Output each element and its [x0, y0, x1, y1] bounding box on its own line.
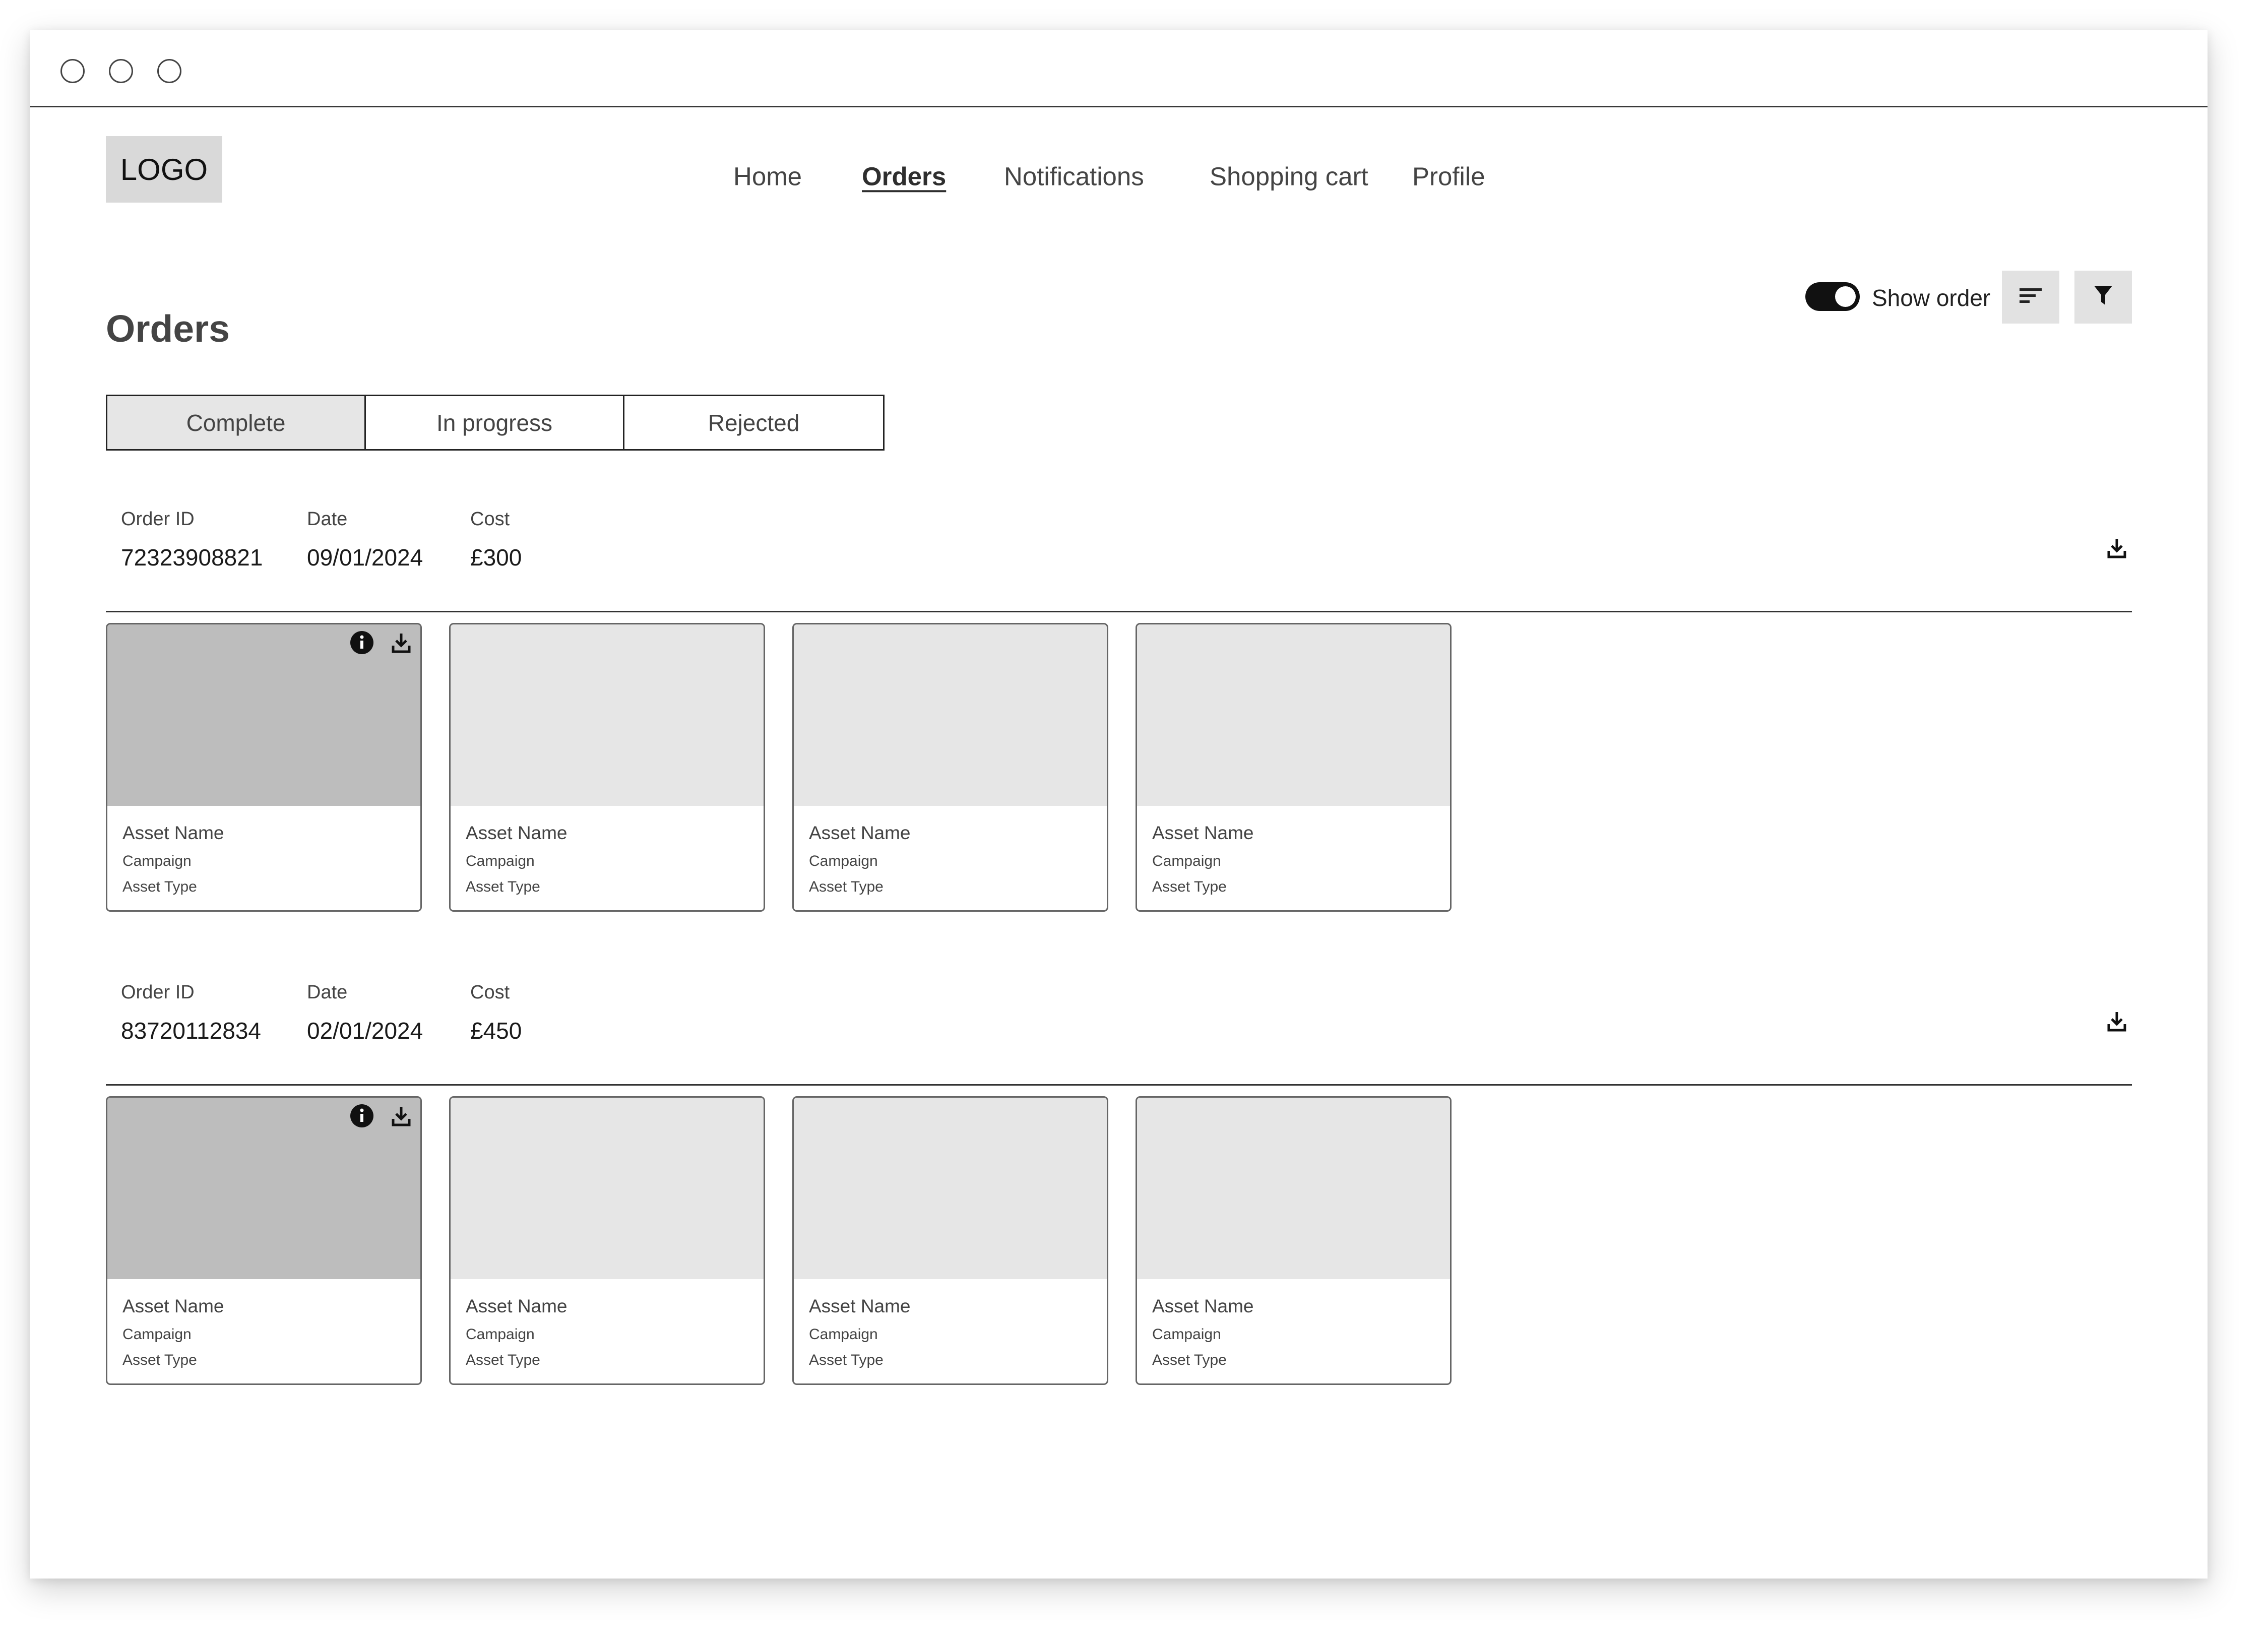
- asset-card[interactable]: Asset Name Campaign Asset Type: [792, 623, 1108, 912]
- asset-type: Asset Type: [1152, 1352, 1227, 1368]
- asset-campaign: Campaign: [466, 1326, 535, 1343]
- order-id-column: Order ID 83720112834: [121, 983, 261, 1042]
- asset-type: Asset Type: [809, 1352, 884, 1368]
- asset-thumbnail: [107, 624, 420, 806]
- asset-card[interactable]: Asset Name Campaign Asset Type: [106, 1096, 422, 1385]
- asset-type: Asset Type: [809, 878, 884, 895]
- nav-shopping-cart[interactable]: Shopping cart: [1210, 163, 1368, 189]
- asset-type: Asset Type: [466, 878, 540, 895]
- sort-icon: [2019, 286, 2043, 308]
- tab-in-progress[interactable]: In progress: [366, 396, 624, 449]
- order-cost-value: £450: [470, 1018, 522, 1044]
- browser-window: LOGO Home Orders Notifications Shopping …: [30, 30, 2208, 1579]
- download-icon: [2107, 1010, 2127, 1035]
- window-titlebar: [30, 30, 2208, 107]
- order-id-label: Order ID: [121, 509, 195, 530]
- asset-campaign: Campaign: [122, 853, 192, 869]
- asset-thumbnail: [107, 1098, 420, 1279]
- show-order-label: Show order: [1872, 285, 1991, 311]
- asset-name: Asset Name: [1152, 1296, 1254, 1316]
- order-date-value: 09/01/2024: [307, 544, 423, 571]
- asset-card[interactable]: Asset Name Campaign Asset Type: [449, 623, 765, 912]
- order-date-value: 02/01/2024: [307, 1018, 423, 1044]
- info-icon[interactable]: [350, 1104, 374, 1128]
- sort-button[interactable]: [2002, 271, 2059, 324]
- download-icon[interactable]: [391, 1105, 411, 1127]
- asset-thumbnail: [1137, 624, 1450, 806]
- status-tabs: Complete In progress Rejected: [106, 395, 885, 451]
- order-date-label: Date: [307, 509, 348, 530]
- show-order-toggle[interactable]: [1805, 282, 1860, 311]
- order-cost-column: Cost £300: [470, 510, 522, 569]
- order-date-column: Date 02/01/2024: [307, 983, 423, 1042]
- logo[interactable]: LOGO: [106, 136, 222, 203]
- order-id-value: 72323908821: [121, 544, 263, 571]
- asset-name: Asset Name: [122, 1296, 224, 1316]
- asset-card[interactable]: Asset Name Campaign Asset Type: [792, 1096, 1108, 1385]
- asset-thumbnail: [451, 1098, 764, 1279]
- download-icon[interactable]: [391, 632, 411, 654]
- asset-campaign: Campaign: [809, 853, 878, 869]
- asset-campaign: Campaign: [466, 853, 535, 869]
- filter-button[interactable]: [2074, 271, 2132, 324]
- asset-thumbnail: [451, 624, 764, 806]
- asset-type: Asset Type: [466, 1352, 540, 1368]
- tab-rejected[interactable]: Rejected: [624, 396, 883, 449]
- toggle-knob: [1835, 286, 1856, 307]
- order-date-column: Date 09/01/2024: [307, 510, 423, 569]
- order-download-button[interactable]: [2102, 1007, 2132, 1037]
- order-header: Order ID 72323908821 Date 09/01/2024 Cos…: [106, 510, 2132, 612]
- nav-home[interactable]: Home: [733, 163, 802, 189]
- order-id-value: 83720112834: [121, 1018, 261, 1044]
- asset-campaign: Campaign: [1152, 853, 1221, 869]
- order-header: Order ID 83720112834 Date 02/01/2024 Cos…: [106, 983, 2132, 1086]
- download-icon: [2107, 537, 2127, 561]
- asset-campaign: Campaign: [1152, 1326, 1221, 1343]
- asset-thumbnail: [794, 624, 1107, 806]
- nav-orders[interactable]: Orders: [862, 163, 946, 189]
- asset-type: Asset Type: [1152, 878, 1227, 895]
- order-id-label: Order ID: [121, 982, 195, 1003]
- asset-name: Asset Name: [1152, 823, 1254, 843]
- tab-complete[interactable]: Complete: [107, 396, 366, 449]
- order-date-label: Date: [307, 982, 348, 1003]
- asset-thumbnail: [1137, 1098, 1450, 1279]
- asset-name: Asset Name: [122, 823, 224, 843]
- asset-thumbnail: [794, 1098, 1107, 1279]
- order-download-button[interactable]: [2102, 534, 2132, 564]
- info-icon[interactable]: [350, 631, 374, 655]
- asset-name: Asset Name: [466, 823, 568, 843]
- order-id-column: Order ID 72323908821: [121, 510, 263, 569]
- asset-name: Asset Name: [809, 1296, 911, 1316]
- nav-profile[interactable]: Profile: [1412, 163, 1485, 189]
- asset-card[interactable]: Asset Name Campaign Asset Type: [1136, 1096, 1452, 1385]
- asset-campaign: Campaign: [809, 1326, 878, 1343]
- nav-notifications[interactable]: Notifications: [1004, 163, 1144, 189]
- asset-card[interactable]: Asset Name Campaign Asset Type: [1136, 623, 1452, 912]
- filter-icon: [2093, 285, 2113, 309]
- order-cost-label: Cost: [470, 982, 510, 1003]
- asset-name: Asset Name: [466, 1296, 568, 1316]
- order-cost-label: Cost: [470, 509, 510, 530]
- window-close-button[interactable]: [60, 59, 85, 83]
- asset-card[interactable]: Asset Name Campaign Asset Type: [449, 1096, 765, 1385]
- asset-type: Asset Type: [122, 878, 197, 895]
- page-title: Orders: [106, 307, 230, 350]
- asset-name: Asset Name: [809, 823, 911, 843]
- order-cost-column: Cost £450: [470, 983, 522, 1042]
- asset-campaign: Campaign: [122, 1326, 192, 1343]
- asset-card[interactable]: Asset Name Campaign Asset Type: [106, 623, 422, 912]
- asset-type: Asset Type: [122, 1352, 197, 1368]
- window-maximize-button[interactable]: [157, 59, 181, 83]
- order-cost-value: £300: [470, 544, 522, 571]
- window-minimize-button[interactable]: [109, 59, 133, 83]
